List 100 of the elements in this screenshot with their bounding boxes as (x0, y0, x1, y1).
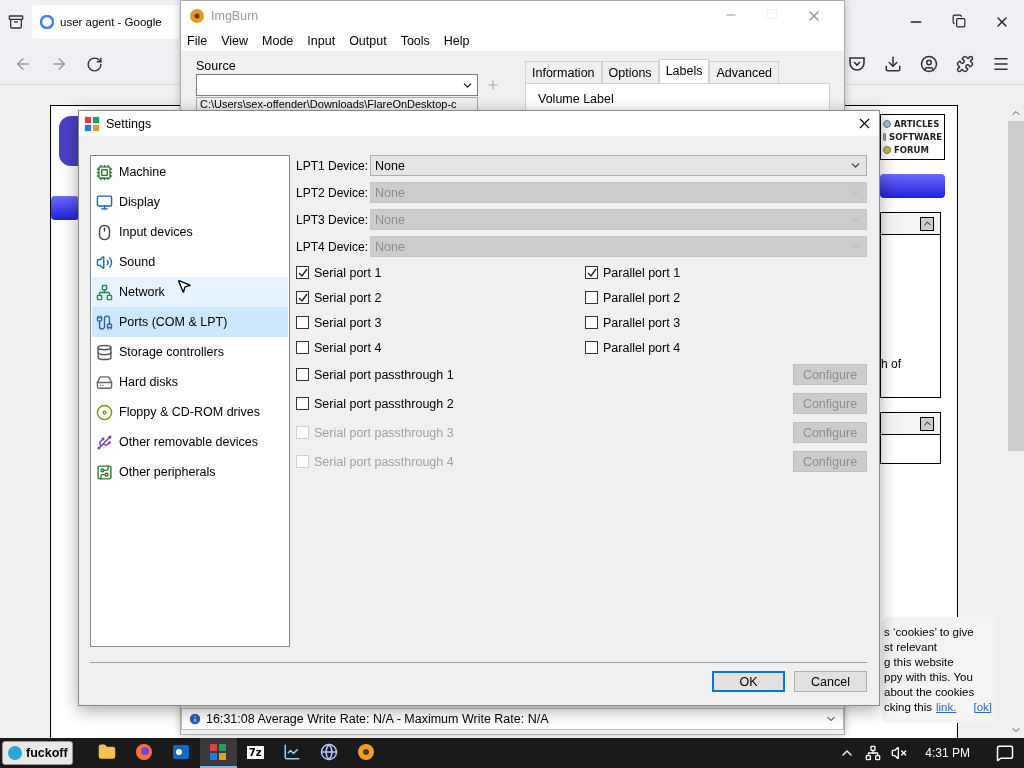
chart-icon (283, 743, 302, 761)
nav-bar (880, 174, 945, 198)
category-item[interactable]: Other peripherals (92, 457, 288, 487)
menu-item[interactable]: Output (349, 34, 387, 48)
checkbox[interactable] (296, 397, 309, 410)
app-logo-icon (189, 8, 205, 24)
menu-item[interactable]: View (221, 34, 249, 48)
notice-link[interactable]: link. (935, 700, 957, 715)
menu-item[interactable]: Help (443, 34, 470, 48)
dialog-title: Settings (106, 116, 152, 131)
field-label: LPT3 Device: (296, 212, 370, 227)
device-dropdown[interactable]: None (370, 155, 867, 176)
checkbox-label: Parallel port 3 (603, 315, 681, 330)
restore-icon[interactable] (952, 14, 966, 28)
mouse-icon (96, 223, 113, 241)
dialog-button[interactable]: OK (712, 671, 785, 692)
collapse-button[interactable] (920, 416, 934, 431)
reload-icon[interactable] (86, 55, 103, 73)
notice-text: s ‘cookies’ to give (884, 625, 975, 640)
browser-tab[interactable]: user agent - Google (32, 5, 179, 39)
category-item[interactable]: Display (92, 187, 288, 217)
start-button[interactable]: fuckoff (2, 741, 73, 765)
tab[interactable]: Advanced (709, 61, 780, 83)
muted-speaker-icon[interactable] (891, 745, 908, 761)
search-engine-icon (40, 15, 54, 29)
notice-text: ppy with this. You (884, 670, 974, 685)
pocket-icon[interactable] (848, 55, 866, 73)
site-link[interactable]: SOFTWARE (883, 132, 942, 142)
field-label: LPT4 Device: (296, 239, 370, 254)
clock[interactable]: 4:31 PM (925, 746, 970, 760)
checkbox[interactable] (296, 316, 309, 329)
category-item[interactable]: Machine (92, 157, 288, 187)
notice-text: g this website (884, 655, 955, 670)
category-item[interactable]: Hard disks (92, 367, 288, 397)
taskbar-app[interactable]: 7z (236, 738, 274, 768)
checkbox-label: Parallel port 4 (603, 340, 681, 355)
category-item[interactable]: Ports (COM & LPT) (92, 307, 288, 337)
category-item[interactable]: Sound (92, 247, 288, 277)
download-icon[interactable] (884, 55, 902, 73)
checkbox-label: Serial port 3 (314, 315, 382, 330)
usb-icon (96, 433, 113, 451)
scrollbar-thumb[interactable] (1008, 121, 1024, 451)
category-item[interactable]: Network (92, 277, 288, 307)
dismiss-link[interactable]: [ok] (973, 700, 992, 715)
site-link[interactable]: ARTICLES (883, 119, 942, 129)
disc-flame-icon (357, 743, 376, 761)
tab[interactable]: Information (525, 61, 602, 83)
checkbox[interactable] (585, 316, 598, 329)
checkbox-label: Serial port passthrough 1 (314, 367, 454, 382)
network-icon (96, 283, 113, 301)
speaker-icon (96, 253, 113, 271)
field-label: LPT2 Device: (296, 185, 370, 200)
checkbox[interactable] (585, 291, 598, 304)
checkbox-label: Serial port 4 (314, 340, 382, 355)
status-bar: 16:31:08 Average Write Rate: N/A - Maximum Write Rate: N/A (181, 708, 844, 730)
archive-app-icon: 7z (246, 745, 264, 759)
extensions-icon[interactable] (956, 55, 974, 73)
account-icon[interactable] (920, 55, 938, 73)
field-label: LPT1 Device: (296, 158, 370, 173)
nav-bar (51, 196, 79, 220)
window-title: ImgBurn (211, 9, 259, 23)
notifications-icon[interactable] (996, 744, 1014, 762)
category-item[interactable]: Other removable devices (92, 427, 288, 457)
checkbox-label: Serial port passthrough 4 (314, 454, 454, 469)
menu-item[interactable]: Tools (400, 34, 430, 48)
source-label: Source (196, 59, 237, 73)
network-icon[interactable] (865, 745, 882, 761)
checkbox[interactable] (585, 341, 598, 354)
source-dropdown[interactable] (196, 74, 478, 96)
tab[interactable]: Labels (658, 59, 710, 83)
taskbar-app[interactable] (199, 738, 237, 768)
monitor-icon (96, 193, 113, 211)
circuit-board-icon (96, 463, 113, 481)
checkbox[interactable] (296, 368, 309, 381)
settings-app-icon (84, 115, 100, 132)
notice-text: cking this (884, 700, 932, 715)
collapse-button[interactable] (920, 216, 934, 231)
menu-item[interactable]: Input (307, 34, 336, 48)
menu-item[interactable]: File (187, 34, 208, 48)
checkbox-label: Serial port passthrough 3 (314, 425, 454, 440)
database-icon (96, 343, 113, 361)
menu-icon[interactable] (992, 55, 1010, 73)
category-item[interactable]: Floppy & CD-ROM drives (92, 397, 288, 427)
tab[interactable]: Options (601, 61, 659, 83)
disc-icon (96, 403, 113, 421)
checkbox[interactable] (296, 341, 309, 354)
checkbox[interactable] (296, 266, 309, 279)
checkbox[interactable] (296, 291, 309, 304)
site-link[interactable]: FORUM (883, 145, 942, 155)
tab-list-icon[interactable] (8, 14, 24, 30)
category-item[interactable]: Storage controllers (92, 337, 288, 367)
panel-text: h of (881, 357, 902, 371)
checkbox[interactable] (585, 266, 598, 279)
cpu-icon (96, 163, 113, 181)
dialog-button[interactable]: Cancel (794, 671, 867, 692)
checkbox-label: Parallel port 1 (603, 265, 681, 280)
category-item[interactable]: Input devices (92, 217, 288, 247)
menu-item[interactable]: Mode (262, 34, 294, 48)
checkbox-label: Serial port passthrough 2 (314, 396, 454, 411)
cable-icon (96, 313, 113, 331)
